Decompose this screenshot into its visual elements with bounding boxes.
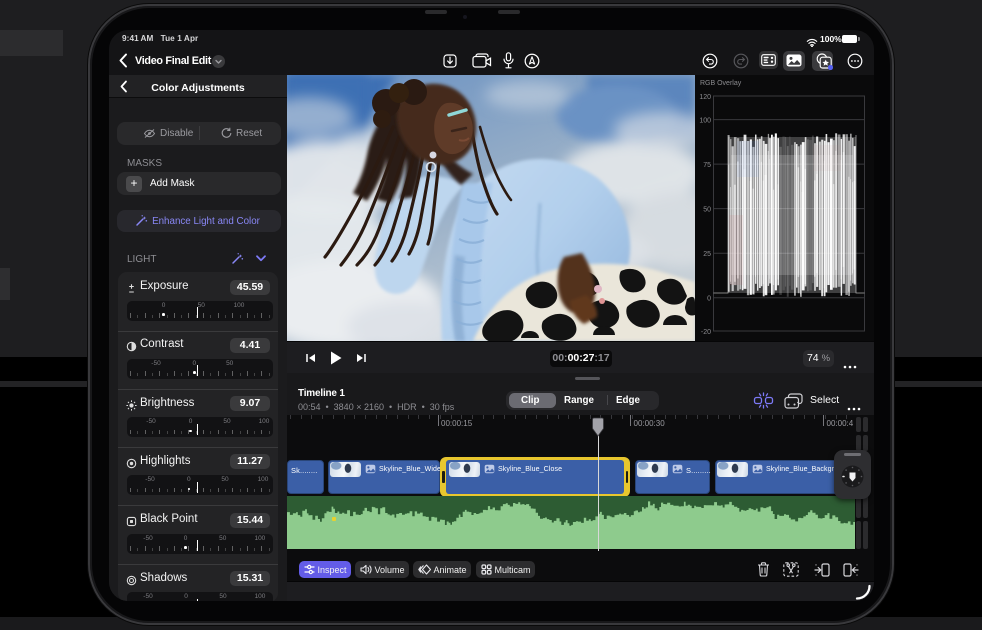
svg-text:50: 50 [703,207,711,214]
svg-text:75: 75 [703,162,711,169]
svg-text:-20: -20 [701,329,711,336]
svg-text:0: 0 [707,296,711,303]
svg-text:25: 25 [703,251,711,258]
svg-text:100: 100 [699,118,711,125]
svg-text:RGB Overlay: RGB Overlay [700,80,742,87]
svg-text:120: 120 [699,94,711,101]
